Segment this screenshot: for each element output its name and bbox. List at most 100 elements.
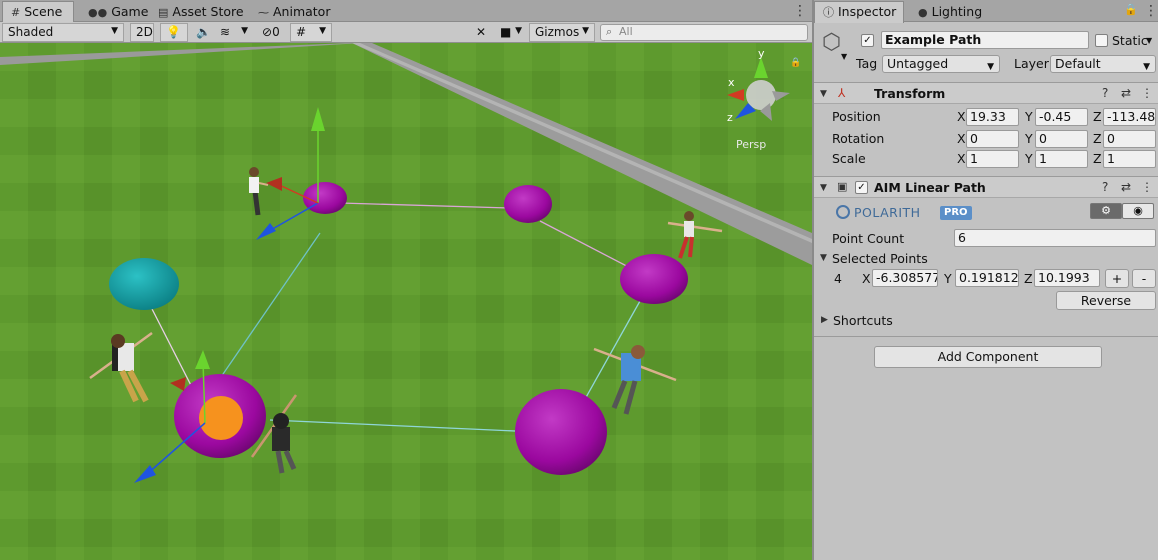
gear-icon: ⚙ <box>1101 204 1111 217</box>
scene-menu-icon[interactable]: ⋮ <box>793 3 807 19</box>
eye-slash-icon: ⊘ <box>262 25 273 39</box>
cube-icon: ⬡ <box>822 30 842 55</box>
static-checkbox[interactable] <box>1095 34 1108 47</box>
chevron-down-icon: ▼ <box>319 26 326 36</box>
brand-text: POLARITH <box>854 205 921 220</box>
camera-dropdown[interactable]: ■ ▼ <box>494 23 528 42</box>
point-count-field[interactable]: 6 <box>954 229 1156 247</box>
active-checkbox[interactable]: ✓ <box>861 34 874 47</box>
layer-dropdown[interactable]: Default ▼ <box>1050 55 1156 73</box>
tab-game[interactable]: ●● Game <box>80 2 154 22</box>
transform-header[interactable]: ▼ ⅄ Transform ? ⇄ ⋮ <box>814 82 1158 104</box>
point-count-row: Point Count 6 <box>814 227 1158 249</box>
fold-right-icon: ▶ <box>821 315 828 325</box>
add-point-button[interactable]: + <box>1105 269 1129 288</box>
chevron-down-icon: ▼ <box>515 26 522 36</box>
preset-icon[interactable]: ⇄ <box>1121 86 1131 100</box>
selected-point-marker <box>199 396 243 440</box>
scale-y-field[interactable]: 1 <box>1035 150 1088 168</box>
aim-linear-path-header[interactable]: ▼ ▣ ✓ AIM Linear Path ? ⇄ ⋮ <box>814 176 1158 198</box>
lighting-toggle[interactable]: 💡 <box>160 23 188 42</box>
help-icon[interactable]: ? <box>1102 86 1108 100</box>
tools-toggle[interactable]: ✕ <box>470 23 492 42</box>
position-y-field[interactable]: -0.45 <box>1035 108 1088 126</box>
tag-dropdown[interactable]: Untagged ▼ <box>882 55 1000 73</box>
waypoint-4[interactable] <box>515 389 607 475</box>
chevron-down-icon: ▼ <box>241 26 248 36</box>
axis-label-y: y <box>758 47 765 60</box>
persp-label: Persp <box>736 138 766 151</box>
reverse-button[interactable]: Reverse <box>1056 291 1156 310</box>
component-menu-icon[interactable]: ⋮ <box>1141 86 1153 100</box>
chevron-down-icon[interactable]: ▼ <box>841 52 847 61</box>
remove-point-button[interactable]: - <box>1132 269 1156 288</box>
object-name-input[interactable]: Example Path <box>881 31 1089 49</box>
component-enabled-checkbox[interactable]: ✓ <box>855 181 868 194</box>
static-label: Static <box>1112 33 1148 48</box>
tab-lighting[interactable]: ● Lighting <box>910 2 988 22</box>
scene-toolbar: Shaded ▼ 2D 💡 🔈 ≋ ▼ ⊘0 # ▼ ✕ ■ ▼ Gizmos … <box>0 22 812 43</box>
rotation-z-field[interactable]: 0 <box>1103 130 1156 148</box>
animator-icon: ⁓ <box>258 6 269 19</box>
script-icon: ▣ <box>837 180 848 193</box>
grid-snap-icon: # <box>296 25 307 39</box>
inspector-panel: ⓘ Inspector ● Lighting 🔒 ⋮ ⬡ ▼ ✓ Example P… <box>812 0 1158 560</box>
component-menu-icon[interactable]: ⋮ <box>1141 180 1153 194</box>
transform-icon: ⅄ <box>838 86 846 100</box>
shading-mode-dropdown[interactable]: Shaded ▼ <box>2 23 124 42</box>
lock-icon[interactable]: 🔒 <box>1124 3 1138 16</box>
preset-icon[interactable]: ⇄ <box>1121 180 1131 194</box>
waypoint-2[interactable] <box>504 185 552 223</box>
fold-down-icon: ▼ <box>820 253 827 263</box>
scene-viewport[interactable]: y x z Persp 🔒 <box>0 43 812 560</box>
fold-down-icon: ▼ <box>820 89 827 99</box>
scene-search-input[interactable]: ⌕ All <box>600 24 808 41</box>
hidden-objects-toggle[interactable]: ⊘0 <box>256 23 288 42</box>
tab-animator[interactable]: ⁓ Animator <box>250 2 336 22</box>
help-icon[interactable]: ? <box>1102 180 1108 194</box>
object-header: ⬡ ▼ ✓ Example Path Static ▼ Tag Untagged… <box>814 22 1158 82</box>
rotation-x-field[interactable]: 0 <box>966 130 1019 148</box>
position-x-field[interactable]: 19.33 <box>966 108 1019 126</box>
tools-icon: ✕ <box>476 25 487 39</box>
waypoint-3[interactable] <box>620 254 688 304</box>
tab-asset-store[interactable]: ▤ Asset Store <box>150 2 250 22</box>
selected-point-x-field[interactable]: -6.308577 <box>872 269 938 287</box>
waypoint-1[interactable] <box>303 182 347 214</box>
selected-point-index: 4 <box>834 271 842 286</box>
inspector-menu-icon[interactable]: ⋮ <box>1144 3 1158 19</box>
visibility-toggle[interactable]: ◉ <box>1122 203 1154 219</box>
tag-label: Tag <box>856 56 878 71</box>
gamepad-icon: ●● <box>88 6 108 19</box>
tab-inspector[interactable]: ⓘ Inspector <box>814 1 904 23</box>
selected-point-row: 4 X -6.308577 Y 0.1918123 Z 10.1993 + - <box>814 268 1158 290</box>
settings-toggle[interactable]: ⚙ <box>1090 203 1122 219</box>
effects-dropdown[interactable]: ≋ ▼ <box>214 23 254 42</box>
polarith-logo-icon <box>836 205 850 219</box>
chevron-down-icon[interactable]: ▼ <box>1146 36 1152 45</box>
scale-x-field[interactable]: 1 <box>966 150 1019 168</box>
waypoint-selected[interactable] <box>174 374 266 458</box>
add-component-button[interactable]: Add Component <box>874 346 1102 368</box>
scale-row: Scale X 1 Y 1 Z 1 <box>814 148 1158 168</box>
gizmos-dropdown[interactable]: Gizmos ▼ <box>529 23 595 42</box>
selected-points-row[interactable]: ▼ Selected Points <box>814 249 1158 267</box>
position-row: Position X 19.33 Y -0.45 Z -113.48 <box>832 108 1156 126</box>
selected-point-y-field[interactable]: 0.1918123 <box>955 269 1019 287</box>
chevron-down-icon: ▼ <box>111 26 118 36</box>
2d-toggle[interactable]: 2D <box>130 23 154 42</box>
chevron-down-icon: ▼ <box>582 26 589 36</box>
store-icon: ▤ <box>158 6 169 19</box>
lock-icon: 🔒 <box>790 57 801 68</box>
shortcuts-row[interactable]: ▶ Shortcuts <box>814 312 1158 330</box>
tab-scene[interactable]: # Scene <box>2 1 74 23</box>
position-z-field[interactable]: -113.48 <box>1103 108 1156 126</box>
selected-point-z-field[interactable]: 10.1993 <box>1034 269 1100 287</box>
unity-editor: # Scene ●● Game ▤ Asset Store ⁓ Animator ⋮ S… <box>0 0 1158 560</box>
scale-z-field[interactable]: 1 <box>1103 150 1156 168</box>
grid-snap-dropdown[interactable]: # ▼ <box>290 23 332 42</box>
rotation-y-field[interactable]: 0 <box>1035 130 1088 148</box>
audio-toggle[interactable]: 🔈 <box>190 23 212 42</box>
waypoint-start[interactable] <box>109 258 179 310</box>
axis-label-x: x <box>728 76 735 89</box>
